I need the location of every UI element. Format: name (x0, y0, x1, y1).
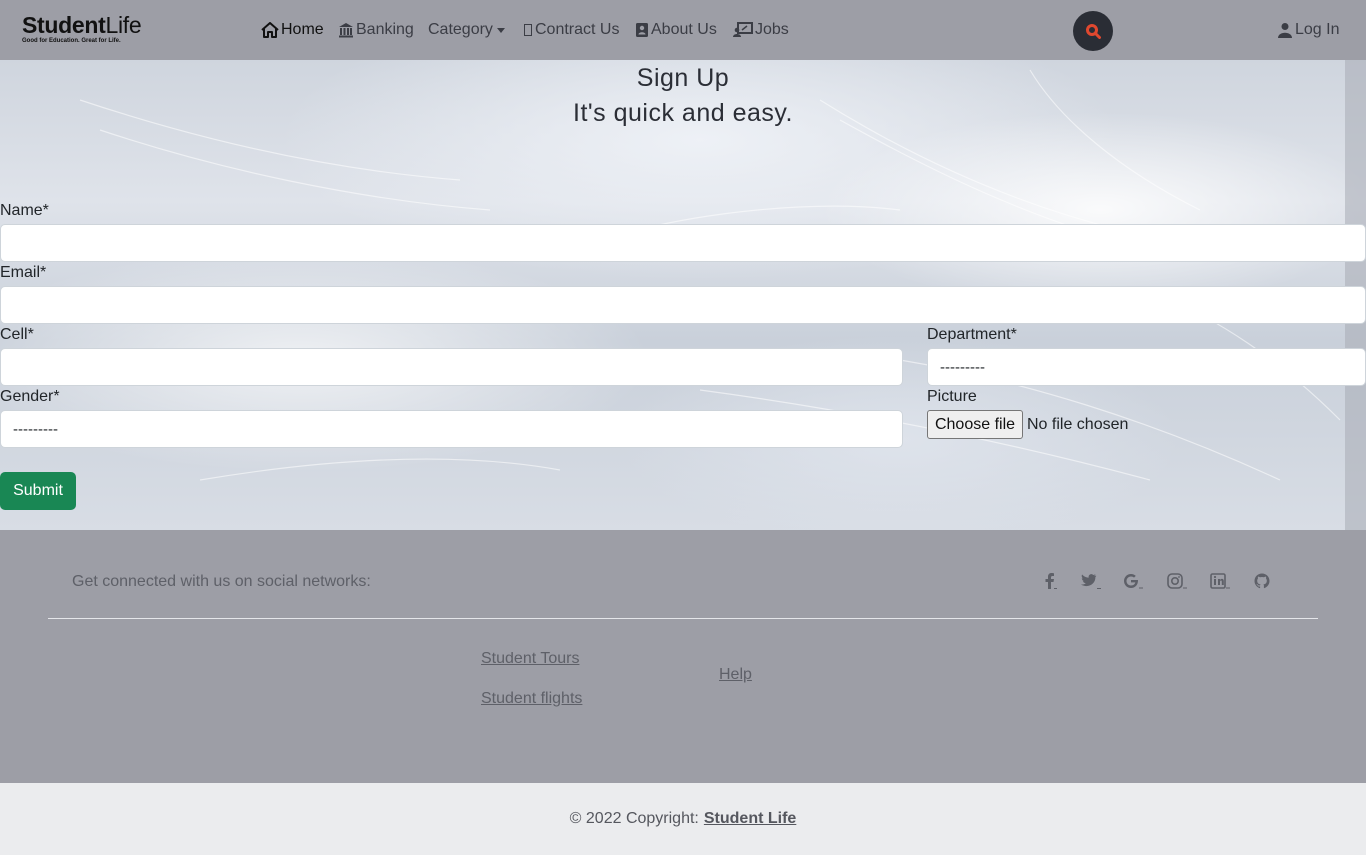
department-selected-value: --------- (940, 358, 985, 376)
picture-label: Picture (927, 388, 977, 405)
nav-home[interactable]: Home (261, 18, 324, 42)
file-status-text: No file chosen (1027, 416, 1129, 433)
search-button[interactable] (1073, 11, 1113, 51)
email-label: Email* (0, 264, 47, 281)
name-field[interactable] (0, 224, 1366, 262)
choose-file-button[interactable]: Choose file (927, 410, 1023, 439)
bank-icon (339, 23, 353, 38)
google-icon[interactable] (1123, 570, 1145, 592)
search-icon (1086, 24, 1101, 39)
signup-section: Sign Up It's quick and easy. Name* Email… (0, 60, 1366, 530)
nav-banking[interactable]: Banking (338, 18, 414, 42)
home-icon (261, 22, 279, 38)
nav-about-us[interactable]: About Us (635, 18, 717, 42)
signup-title: Sign Up (636, 64, 730, 92)
footer-divider (48, 618, 1318, 619)
brand-name-bold: Student (22, 12, 106, 38)
department-select[interactable]: --------- (927, 348, 1366, 386)
submit-button[interactable]: Submit (0, 472, 76, 510)
nav-jobs-label: Jobs (755, 21, 789, 38)
gender-label: Gender* (0, 388, 60, 405)
footer-link-student-tours[interactable]: Student Tours (481, 652, 579, 666)
footer-link-help[interactable]: Help (719, 665, 752, 685)
signup-subtitle: It's quick and easy. (573, 99, 793, 127)
contact-card-icon (636, 23, 648, 37)
github-icon[interactable] (1251, 570, 1273, 592)
copyright-bar: © 2022 Copyright: Student Life (0, 783, 1366, 855)
gender-selected-value: --------- (13, 420, 58, 438)
copyright-text: © 2022 Copyright: (569, 810, 699, 827)
cell-label: Cell* (0, 326, 34, 343)
footer-link-clip: Student Tours (481, 652, 681, 666)
copyright-brand-link[interactable]: Student Life (704, 810, 796, 828)
facebook-icon[interactable] (1039, 570, 1061, 592)
name-label: Name* (0, 202, 49, 219)
nav-contract-us[interactable]: Contract Us (524, 18, 619, 42)
gender-select[interactable]: --------- (0, 410, 903, 448)
jobs-icon (733, 22, 753, 37)
email-field[interactable] (0, 286, 1366, 324)
footer-link-student-flights[interactable]: Student flights (481, 689, 582, 709)
nav-category-label: Category (428, 21, 493, 38)
nav-about-us-label: About Us (651, 21, 717, 38)
caret-down-icon (496, 27, 505, 33)
footer: Get connected with us on social networks… (0, 530, 1366, 783)
nav-jobs[interactable]: Jobs (733, 18, 789, 42)
top-navbar: StudentLife Good for Education. Great fo… (0, 0, 1366, 60)
linkedin-icon[interactable] (1210, 570, 1232, 592)
brand-name-light: Life (105, 12, 142, 38)
user-icon (1278, 23, 1292, 38)
social-networks-text: Get connected with us on social networks… (72, 573, 371, 590)
nav-contract-us-label: Contract Us (535, 21, 620, 38)
instagram-icon[interactable] (1167, 570, 1189, 592)
department-label: Department* (927, 326, 1017, 343)
nav-banking-label: Banking (356, 21, 414, 38)
nav-login-label: Log In (1295, 21, 1340, 38)
nav-login[interactable]: Log In (1277, 18, 1339, 42)
brand-tagline: Good for Education. Great for Life. (22, 38, 121, 44)
nav-home-label: Home (281, 21, 324, 38)
brand-logo[interactable]: StudentLife Good for Education. Great fo… (22, 13, 162, 47)
cell-field[interactable] (0, 348, 903, 386)
twitter-icon[interactable] (1080, 570, 1102, 592)
nav-category-dropdown[interactable]: Category (428, 18, 505, 42)
missing-glyph-icon (524, 24, 532, 36)
